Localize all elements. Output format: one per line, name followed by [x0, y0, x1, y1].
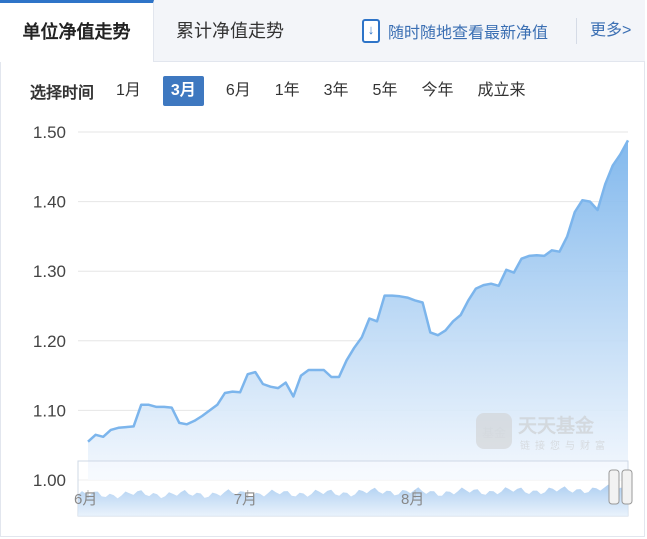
- y-tick-label: 1.50: [33, 123, 66, 142]
- range-navigator[interactable]: [77, 460, 633, 517]
- brand-slogan: 链接您与财富: [520, 439, 610, 452]
- navigator-handle-right[interactable]: [621, 469, 633, 505]
- x-tick-label: 8月: [401, 491, 424, 508]
- brand-badge-text: 基金: [482, 425, 506, 440]
- x-tick-label: 6月: [74, 491, 97, 508]
- y-tick-label: 1.40: [33, 193, 66, 212]
- y-axis: 1.00 1.10 1.20 1.30 1.40 1.50: [33, 123, 66, 490]
- brand-name: 天天基金: [518, 414, 595, 437]
- brand-watermark: 基金 天天基金 链接您与财富: [476, 413, 610, 452]
- nav-chart: 1.001.101.201.301.401.50 基金 天天基金 链接您与财富 …: [33, 123, 633, 517]
- y-tick-label: 1.00: [33, 471, 66, 490]
- x-tick-label: 7月: [234, 491, 257, 508]
- y-tick-label: 1.20: [33, 332, 66, 351]
- y-tick-label: 1.30: [33, 262, 66, 281]
- y-tick-label: 1.10: [33, 401, 66, 420]
- navigator-handle-left[interactable]: [608, 469, 620, 505]
